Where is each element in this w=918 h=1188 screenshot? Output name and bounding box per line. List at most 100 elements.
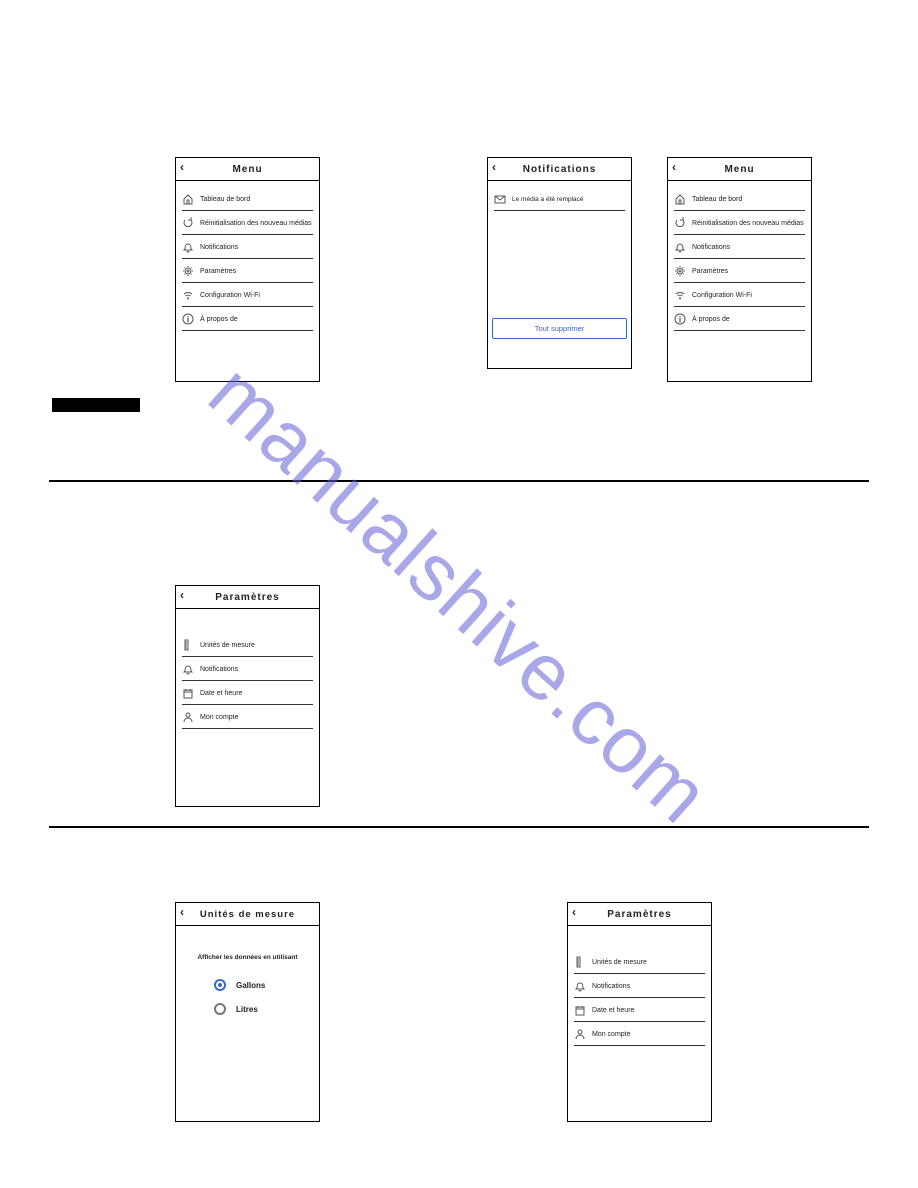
settings-item-label: Unités de mesure [592, 959, 647, 966]
settings-item-notifications[interactable]: Notifications [574, 974, 705, 998]
menu-item-reinit[interactable]: Réinitialisation des nouveau médias [182, 211, 313, 235]
menu-item-label: Réinitialisation des nouveau médias [692, 220, 804, 227]
menu-item-reinit[interactable]: Réinitialisation des nouveau médias [674, 211, 805, 235]
gear-icon [674, 265, 686, 277]
home-icon [182, 193, 194, 205]
home-icon [674, 193, 686, 205]
notification-item[interactable]: Le média a été remplacé [494, 187, 625, 211]
clear-all-button[interactable]: Tout supprimer [492, 318, 627, 339]
back-icon[interactable]: ‹ [180, 160, 185, 174]
info-icon [182, 313, 194, 325]
screen-menu-2: ‹ Menu Tableau de bord Réinitialisation … [667, 157, 812, 382]
settings-item-units[interactable]: Unités de mesure [574, 950, 705, 974]
bell-icon [574, 980, 586, 992]
settings-item-label: Mon compte [200, 714, 239, 721]
screen-notifications: ‹ Notifications Le média a été remplacé … [487, 157, 632, 369]
calendar-icon [574, 1004, 586, 1016]
refresh-icon [674, 217, 686, 229]
settings-item-label: Date et heure [592, 1007, 634, 1014]
title-settings-2: Paramètres [607, 909, 671, 920]
body-notifications: Le média a été remplacé Tout supprimer [488, 181, 631, 345]
back-icon[interactable]: ‹ [572, 905, 577, 919]
divider-1 [49, 480, 869, 482]
redaction-bar [52, 398, 140, 412]
menu-item-notifications[interactable]: Notifications [674, 235, 805, 259]
settings-item-label: Notifications [592, 983, 630, 990]
notification-text: Le média a été remplacé [512, 196, 584, 203]
list-menu-2: Tableau de bord Réinitialisation des nou… [668, 181, 811, 341]
user-icon [182, 711, 194, 723]
back-icon[interactable]: ‹ [180, 588, 185, 602]
divider-2 [49, 826, 869, 828]
radio-label: Gallons [236, 981, 265, 990]
menu-item-label: Paramètres [692, 268, 728, 275]
list-settings-2: Unités de mesure Notifications Date et h… [568, 926, 711, 1056]
menu-item-about[interactable]: À propos de [182, 307, 313, 331]
settings-item-account[interactable]: Mon compte [182, 705, 313, 729]
mail-icon [494, 193, 506, 205]
wifi-icon [674, 289, 686, 301]
header-settings-1: ‹ Paramètres [176, 586, 319, 609]
gear-icon [182, 265, 194, 277]
title-settings-1: Paramètres [215, 592, 279, 603]
bell-icon [182, 663, 194, 675]
screen-settings-2: ‹ Paramètres Unités de mesure Notificati… [567, 902, 712, 1122]
menu-item-tableau-de-bord[interactable]: Tableau de bord [182, 187, 313, 211]
bell-icon [674, 241, 686, 253]
menu-item-label: Tableau de bord [692, 196, 742, 203]
menu-item-label: Configuration Wi-Fi [692, 292, 752, 299]
menu-item-wifi[interactable]: Configuration Wi-Fi [674, 283, 805, 307]
menu-item-label: Réinitialisation des nouveau médias [200, 220, 312, 227]
menu-item-label: Notifications [200, 244, 238, 251]
wifi-icon [182, 289, 194, 301]
radio-label: Litres [236, 1005, 258, 1014]
list-menu-1: Tableau de bord Réinitialisation des nou… [176, 181, 319, 341]
units-intro-text: Afficher les données en utilisant [182, 954, 313, 961]
menu-item-label: Notifications [692, 244, 730, 251]
menu-item-notifications[interactable]: Notifications [182, 235, 313, 259]
radio-icon [214, 1003, 226, 1015]
menu-item-tableau-de-bord[interactable]: Tableau de bord [674, 187, 805, 211]
settings-item-notifications[interactable]: Notifications [182, 657, 313, 681]
ruler-icon [182, 639, 194, 651]
title-menu-2: Menu [724, 164, 754, 175]
bell-icon [182, 241, 194, 253]
radio-litres[interactable]: Litres [214, 1003, 313, 1015]
header-units: ‹ Unités de mesure [176, 903, 319, 926]
menu-item-label: Configuration Wi-Fi [200, 292, 260, 299]
menu-item-about[interactable]: À propos de [674, 307, 805, 331]
menu-item-label: Paramètres [200, 268, 236, 275]
calendar-icon [182, 687, 194, 699]
screen-settings-1: ‹ Paramètres Unités de mesure Notificati… [175, 585, 320, 807]
radio-icon [214, 979, 226, 991]
refresh-icon [182, 217, 194, 229]
title-notifications: Notifications [523, 164, 597, 175]
list-settings-1: Unités de mesure Notifications Date et h… [176, 609, 319, 739]
info-icon [674, 313, 686, 325]
settings-item-label: Notifications [200, 666, 238, 673]
header-menu-1: ‹ Menu [176, 158, 319, 181]
title-menu-1: Menu [232, 164, 262, 175]
menu-item-parametres[interactable]: Paramètres [674, 259, 805, 283]
menu-item-label: À propos de [200, 316, 238, 323]
back-icon[interactable]: ‹ [180, 905, 185, 919]
menu-item-parametres[interactable]: Paramètres [182, 259, 313, 283]
settings-item-label: Unités de mesure [200, 642, 255, 649]
header-settings-2: ‹ Paramètres [568, 903, 711, 926]
settings-item-units[interactable]: Unités de mesure [182, 633, 313, 657]
header-notifications: ‹ Notifications [488, 158, 631, 181]
menu-item-wifi[interactable]: Configuration Wi-Fi [182, 283, 313, 307]
ruler-icon [574, 956, 586, 968]
settings-item-account[interactable]: Mon compte [574, 1022, 705, 1046]
back-icon[interactable]: ‹ [492, 160, 497, 174]
user-icon [574, 1028, 586, 1040]
menu-item-label: À propos de [692, 316, 730, 323]
menu-item-label: Tableau de bord [200, 196, 250, 203]
screen-units: ‹ Unités de mesure Afficher les données … [175, 902, 320, 1122]
header-menu-2: ‹ Menu [668, 158, 811, 181]
settings-item-datetime[interactable]: Date et heure [182, 681, 313, 705]
settings-item-label: Date et heure [200, 690, 242, 697]
back-icon[interactable]: ‹ [672, 160, 677, 174]
settings-item-datetime[interactable]: Date et heure [574, 998, 705, 1022]
radio-gallons[interactable]: Gallons [214, 979, 313, 991]
